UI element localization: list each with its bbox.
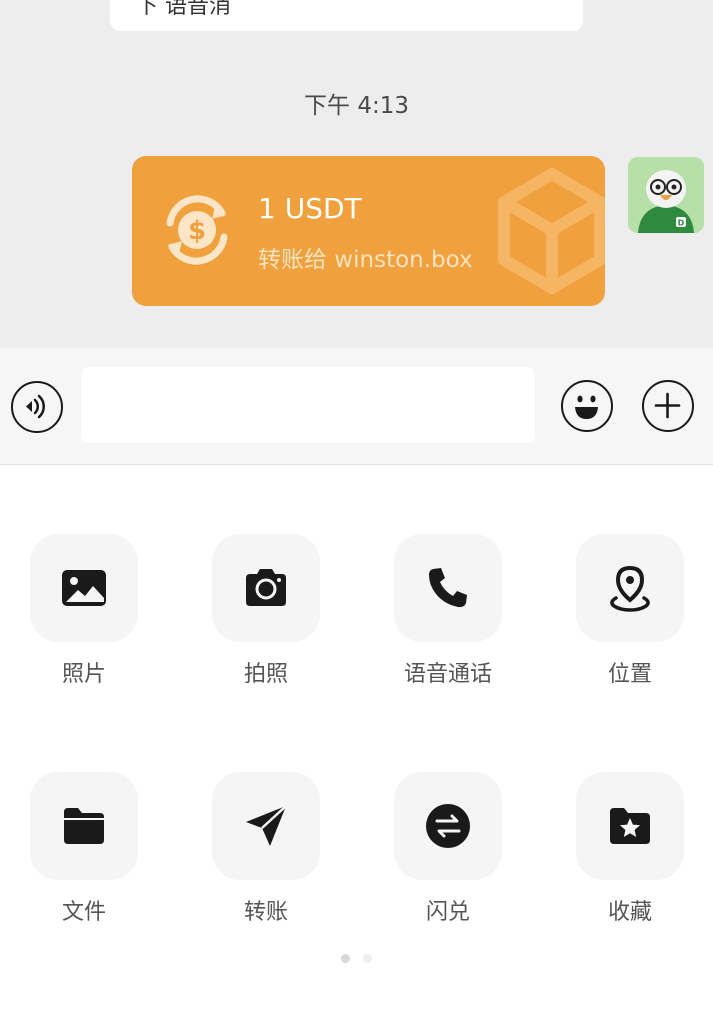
action-favorites-tile[interactable] [576,772,684,880]
svg-text:$: $ [188,216,206,246]
action-voice-call-label: 语音通话 [403,662,492,687]
location-icon [610,565,650,612]
transfer-amount: 1 USDT [258,192,362,225]
action-photo-tile[interactable] [30,534,138,642]
photo-icon [62,570,106,606]
send-icon [246,805,287,846]
action-photo-label: 照片 [61,662,106,687]
more-actions-button[interactable] [642,380,694,432]
chat-timestamp: 下午 4:13 [304,93,409,119]
emoji-icon [575,395,598,419]
action-photo[interactable]: 照片 [30,534,138,688]
voice-toggle-button[interactable] [11,381,63,433]
action-voice-call-tile[interactable] [394,534,502,642]
avatar[interactable]: D [628,157,704,233]
page-dot-active[interactable] [341,954,350,963]
message-input[interactable] [81,367,535,443]
action-file-label: 文件 [61,900,106,925]
previous-message-text: 下 语音消 [136,0,231,19]
folder-icon [64,808,104,844]
usdt-coin-icon: $ [166,195,228,265]
action-exchange-tile[interactable] [394,772,502,880]
action-transfer[interactable]: 转账 [212,772,320,926]
action-exchange-label: 闪兑 [425,900,470,925]
emoji-button[interactable] [561,380,613,432]
action-location[interactable]: 位置 [576,534,684,688]
action-file-tile[interactable] [30,772,138,880]
action-camera[interactable]: 拍照 [212,534,320,688]
action-location-label: 位置 [607,662,652,687]
svg-text:D: D [678,219,685,228]
action-voice-call[interactable]: 语音通话 [394,534,502,688]
action-transfer-tile[interactable] [212,772,320,880]
phone-icon [429,568,467,608]
input-bar [0,348,713,465]
action-location-tile[interactable] [576,534,684,642]
cube-watermark-icon [498,168,605,294]
action-camera-label: 拍照 [243,662,288,687]
page-indicator[interactable] [341,954,375,964]
action-favorites[interactable]: 收藏 [576,772,684,926]
exchange-icon [426,804,470,848]
action-exchange[interactable]: 闪兑 [394,772,502,926]
page-dot[interactable] [363,954,372,963]
eagle-avatar-icon: D [628,157,704,233]
plus-icon [654,392,681,419]
action-camera-tile[interactable] [212,534,320,642]
favorites-icon [610,808,650,844]
transfer-message-card[interactable]: $ 1 USDT 转账给 winston.box [132,156,605,306]
action-favorites-label: 收藏 [607,900,652,925]
previous-message-bubble[interactable]: 下 语音消 [110,0,583,31]
chat-area: 下 语音消 下午 4:13 $ 1 USDT 转账给 winston.box D [0,0,713,348]
transfer-recipient: 转账给 winston.box [258,247,473,273]
voice-icon [26,394,45,419]
action-transfer-label: 转账 [243,900,288,925]
action-file[interactable]: 文件 [30,772,138,926]
camera-icon [246,569,286,606]
